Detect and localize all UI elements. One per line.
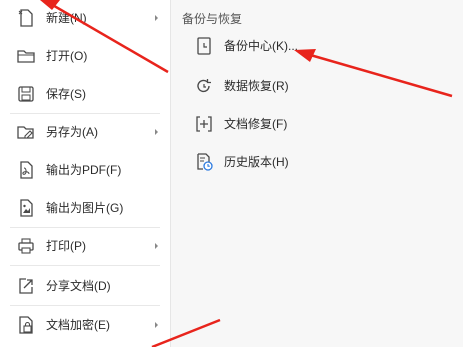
chevron-right-icon: [153, 126, 161, 138]
backup-center-icon: [194, 36, 214, 56]
submenu-item-backup-center[interactable]: 备份中心(K)...: [180, 28, 450, 64]
menu-item-open[interactable]: 打开(O): [0, 38, 170, 74]
submenu-item-label: 数据恢复(R): [224, 79, 289, 93]
history-version-icon: [194, 152, 214, 172]
export-pdf-icon: [16, 160, 36, 180]
file-menu-panel: 新建(N) 打开(O) 保存(S) 另存为(A) 输出为PDF(F) 输出为图片…: [0, 0, 171, 347]
menu-item-label: 分享文档(D): [46, 279, 111, 293]
document-repair-icon: [194, 114, 214, 134]
data-recovery-icon: [194, 76, 214, 96]
menu-item-print[interactable]: 打印(P): [0, 228, 170, 264]
menu-item-save-as[interactable]: 另存为(A): [0, 114, 170, 150]
menu-item-label: 打开(O): [46, 49, 88, 63]
menu-item-label: 输出为PDF(F): [46, 163, 122, 177]
encrypt-icon: [16, 315, 36, 335]
menu-item-export-image[interactable]: 输出为图片(G): [0, 190, 170, 226]
menu-item-encrypt[interactable]: 文档加密(E): [0, 307, 170, 343]
menu-item-label: 输出为图片(G): [46, 201, 124, 215]
export-image-icon: [16, 198, 36, 218]
chevron-right-icon: [153, 12, 161, 24]
save-as-icon: [16, 122, 36, 142]
submenu-title: 备份与恢复: [182, 12, 243, 26]
menu-item-share[interactable]: 分享文档(D): [0, 268, 170, 304]
share-icon: [16, 276, 36, 296]
menu-item-label: 文档加密(E): [46, 318, 110, 332]
menu-item-save[interactable]: 保存(S): [0, 76, 170, 112]
submenu-item-label: 备份中心(K)...: [224, 39, 298, 53]
chevron-right-icon: [153, 240, 161, 252]
menu-item-label: 新建(N): [46, 11, 87, 25]
menu-item-export-pdf[interactable]: 输出为PDF(F): [0, 152, 170, 188]
chevron-right-icon: [153, 319, 161, 331]
submenu-item-document-repair[interactable]: 文档修复(F): [180, 106, 450, 142]
submenu-item-label: 历史版本(H): [224, 155, 289, 169]
menu-item-label: 另存为(A): [46, 125, 98, 139]
new-document-icon: [16, 8, 36, 28]
menu-item-new[interactable]: 新建(N): [0, 0, 170, 36]
menu-divider: [10, 265, 160, 266]
print-icon: [16, 236, 36, 256]
submenu-item-label: 文档修复(F): [224, 117, 288, 131]
submenu-item-history-version[interactable]: 历史版本(H): [180, 144, 450, 180]
save-icon: [16, 84, 36, 104]
menu-item-label: 保存(S): [46, 87, 86, 101]
menu-item-label: 打印(P): [46, 239, 86, 253]
menu-divider: [10, 305, 160, 306]
submenu-item-data-recovery[interactable]: 数据恢复(R): [180, 68, 450, 104]
folder-open-icon: [16, 46, 36, 66]
